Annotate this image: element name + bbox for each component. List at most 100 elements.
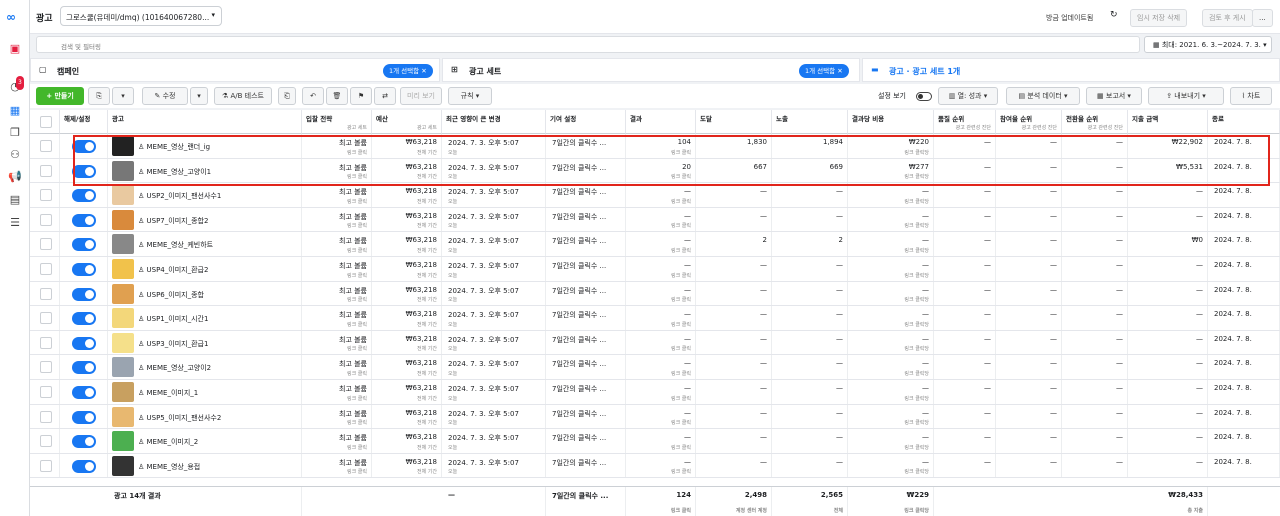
ad-toggle[interactable] (72, 410, 96, 424)
campaign-selected-chip[interactable]: 1개 선택함 ✕ (383, 64, 433, 78)
export-button[interactable]: ⇪ 내보내기 ▾ (1148, 87, 1224, 105)
row-checkbox[interactable] (40, 435, 52, 448)
ad-name[interactable]: ♙ USP1_이미지_시간1 (138, 314, 208, 324)
ab-test-button[interactable]: ⚗ A/B 테스트 (214, 87, 272, 105)
chart-button[interactable]: ⌇ 차트 (1230, 87, 1272, 105)
row-checkbox[interactable] (40, 336, 52, 349)
ad-toggle[interactable] (72, 263, 96, 276)
row-checkbox[interactable] (40, 213, 52, 226)
preview-button[interactable]: 미리 보기 (400, 87, 442, 105)
ad-name[interactable]: ♙ MEME_영상_케빈하트 (138, 240, 213, 250)
table-row[interactable]: ♙ MEME_영상_케빈하트 최고 볼륨 링크 클릭 ₩63,218 전체 기간 2024… (30, 232, 1280, 257)
refresh-icon[interactable]: ↻ (1110, 10, 1118, 20)
menu-icon[interactable]: ☰ (7, 216, 23, 230)
table-row[interactable]: ♙ USP1_이미지_시간1 최고 볼륨 링크 클릭 ₩63,218 전체 기간 2024… (30, 306, 1280, 331)
table-row[interactable]: ♙ MEME_영상_고양이2 최고 볼륨 링크 클릭 ₩63,218 전체 기간 2024… (30, 355, 1280, 380)
table-row[interactable]: ♙ MEME_영상_용접 최고 볼륨 링크 클릭 ₩63,218 전체 기간 2024. … (30, 453, 1280, 479)
table-row[interactable]: ♙ MEME_영상_고양이1 최고 볼륨 링크 클릭 ₩63,218 전체 기간 2024… (30, 158, 1280, 184)
ads-manager-icon[interactable]: ▣ (7, 42, 23, 56)
column-header[interactable]: 결과당 비용 (848, 110, 934, 134)
column-header[interactable]: 지출 금액 (1128, 110, 1208, 134)
ad-name[interactable]: ♙ MEME_이미지_1 (138, 388, 198, 398)
header-select-all[interactable] (30, 110, 60, 134)
reports-button[interactable]: ▦ 보고서 ▾ (1086, 87, 1142, 105)
tag-icon[interactable]: ⚑ (350, 87, 372, 105)
ad-name[interactable]: ♙ USP6_이미지_종합 (138, 290, 204, 300)
column-header[interactable]: 품질 순위 광고 관련성 진단 (934, 110, 996, 134)
campaign-panel[interactable]: ▢ 캠페인 1개 선택함 ✕ (30, 58, 440, 82)
column-header[interactable]: 예산 광고 세트 (372, 110, 442, 134)
notifications-icon[interactable]: ◔ 3 (7, 76, 24, 94)
row-checkbox[interactable] (40, 287, 52, 300)
ad-name[interactable]: ♙ MEME_영상_고양이2 (138, 363, 211, 373)
ad-name[interactable]: ♙ MEME_이미지_2 (138, 437, 198, 447)
ad-toggle[interactable] (72, 435, 96, 449)
ad-toggle[interactable] (72, 336, 96, 350)
row-checkbox[interactable] (40, 410, 52, 423)
ad-name[interactable]: ♙ USP7_이미지_종합2 (138, 216, 208, 226)
columns-button[interactable]: ▥ 열: 성과 ▾ (938, 87, 998, 105)
ad-toggle[interactable] (72, 312, 96, 326)
ad-name[interactable]: ♙ USP4_이미지_환급2 (138, 265, 208, 275)
column-header[interactable]: 최근 영향이 큰 변경 (442, 110, 546, 134)
ad-name[interactable]: ♙ MEME_영상_고양이1 (138, 167, 211, 177)
duplicate-button[interactable]: ⎘ (88, 87, 110, 105)
ad-toggle[interactable] (72, 238, 96, 252)
column-header[interactable]: 종료 (1208, 110, 1280, 134)
ad-name[interactable]: ♙ USP3_이미지_환급1 (138, 339, 208, 349)
table-row[interactable]: ♙ MEME_이미지_2 최고 볼륨 링크 클릭 ₩63,218 전체 기간 2024. … (30, 429, 1280, 454)
breakdown-button[interactable]: ▤ 분석 데이터 ▾ (1006, 87, 1080, 105)
ad-name[interactable]: ♙ USP2_이미지_팬선사수1 (138, 191, 221, 201)
ad-name[interactable]: ♙ MEME_영상_랜더_ig (138, 142, 210, 152)
ad-toggle[interactable] (72, 164, 96, 178)
clipboard-icon[interactable]: ⎗ (278, 87, 296, 105)
review-publish-button[interactable]: 검토 후 게시 (1202, 9, 1253, 27)
table-row[interactable]: ♙ USP7_이미지_종합2 최고 볼륨 링크 클릭 ₩63,218 전체 기간 2024… (30, 207, 1280, 233)
column-header[interactable]: 참여율 순위 광고 관련성 진단 (996, 110, 1062, 134)
row-checkbox[interactable] (40, 164, 52, 177)
create-button[interactable]: + 만들기 (36, 87, 84, 105)
row-checkbox[interactable] (40, 459, 52, 472)
date-range-picker[interactable]: ▦ 최대: 2021. 6. 3.~2024. 7. 3. ▾ (1144, 36, 1272, 53)
table-row[interactable]: ♙ MEME_영상_랜더_ig 최고 볼륨 링크 클릭 ₩63,218 전체 기간 202… (30, 134, 1280, 159)
column-header[interactable]: 결과 (626, 110, 696, 134)
row-checkbox[interactable] (40, 312, 52, 325)
table-row[interactable]: ♙ MEME_이미지_1 최고 볼륨 링크 클릭 ₩63,218 전체 기간 2024. … (30, 380, 1280, 405)
compare-icon[interactable]: ⇄ (374, 87, 396, 105)
column-header[interactable]: 해제/설정 (60, 110, 108, 134)
row-checkbox[interactable] (40, 386, 52, 398)
ad-toggle[interactable] (72, 459, 96, 473)
table-row[interactable]: ♙ USP4_이미지_환급2 최고 볼륨 링크 클릭 ₩63,218 전체 기간 2024… (30, 257, 1280, 282)
column-header[interactable]: 전환율 순위 광고 관련성 진단 (1062, 110, 1128, 134)
ads-panel[interactable]: ▬ 광고 · 광고 세트 1개 (862, 58, 1280, 82)
pages-icon[interactable]: ❐ (7, 126, 23, 140)
meta-logo-icon[interactable]: ∞ (6, 10, 16, 24)
ad-toggle[interactable] (72, 189, 96, 203)
table-row[interactable]: ♙ USP6_이미지_종합 최고 볼륨 링크 클릭 ₩63,218 전체 기간 2024.… (30, 281, 1280, 307)
column-header[interactable]: 노출 (772, 110, 848, 134)
settings-view-toggle[interactable] (916, 92, 932, 101)
ad-name[interactable]: ♙ USP5_이미지_팬선사수2 (138, 413, 221, 423)
ad-toggle[interactable] (72, 361, 96, 375)
table-row[interactable]: ♙ USP3_이미지_환급1 최고 볼륨 링크 클릭 ₩63,218 전체 기간 2024… (30, 330, 1280, 356)
row-checkbox[interactable] (40, 238, 52, 251)
column-header[interactable]: 광고 (108, 110, 302, 134)
row-checkbox[interactable] (40, 263, 52, 275)
undo-icon[interactable]: ↶ (302, 87, 324, 105)
search-input[interactable]: 검색 및 필터링 (36, 36, 1140, 53)
column-header[interactable]: 입찰 전략 광고 세트 (302, 110, 372, 134)
row-checkbox[interactable] (40, 189, 52, 202)
audiences-icon[interactable]: ⚇ (7, 148, 23, 162)
table-row[interactable]: ♙ USP2_이미지_팬선사수1 최고 볼륨 링크 클릭 ₩63,218 전체 기간 20… (30, 183, 1280, 208)
row-checkbox[interactable] (40, 140, 52, 152)
account-selector[interactable]: 그로스쿨(유데미/dmq) (101640067280... ▾ (60, 6, 222, 26)
select-all-checkbox[interactable] (40, 116, 52, 128)
campaigns-table-icon[interactable]: ▦ (7, 104, 23, 118)
ad-name[interactable]: ♙ MEME_영상_용접 (138, 462, 200, 472)
megaphone-icon[interactable]: 📢 (7, 170, 23, 184)
ad-toggle[interactable] (72, 386, 96, 399)
adset-panel[interactable]: ⊞ 광고 세트 1개 선택함 ✕ (442, 58, 860, 82)
ad-toggle[interactable] (72, 287, 96, 301)
more-button[interactable]: ... (1252, 9, 1273, 27)
edit-button[interactable]: ✎ 수정 (142, 87, 188, 105)
